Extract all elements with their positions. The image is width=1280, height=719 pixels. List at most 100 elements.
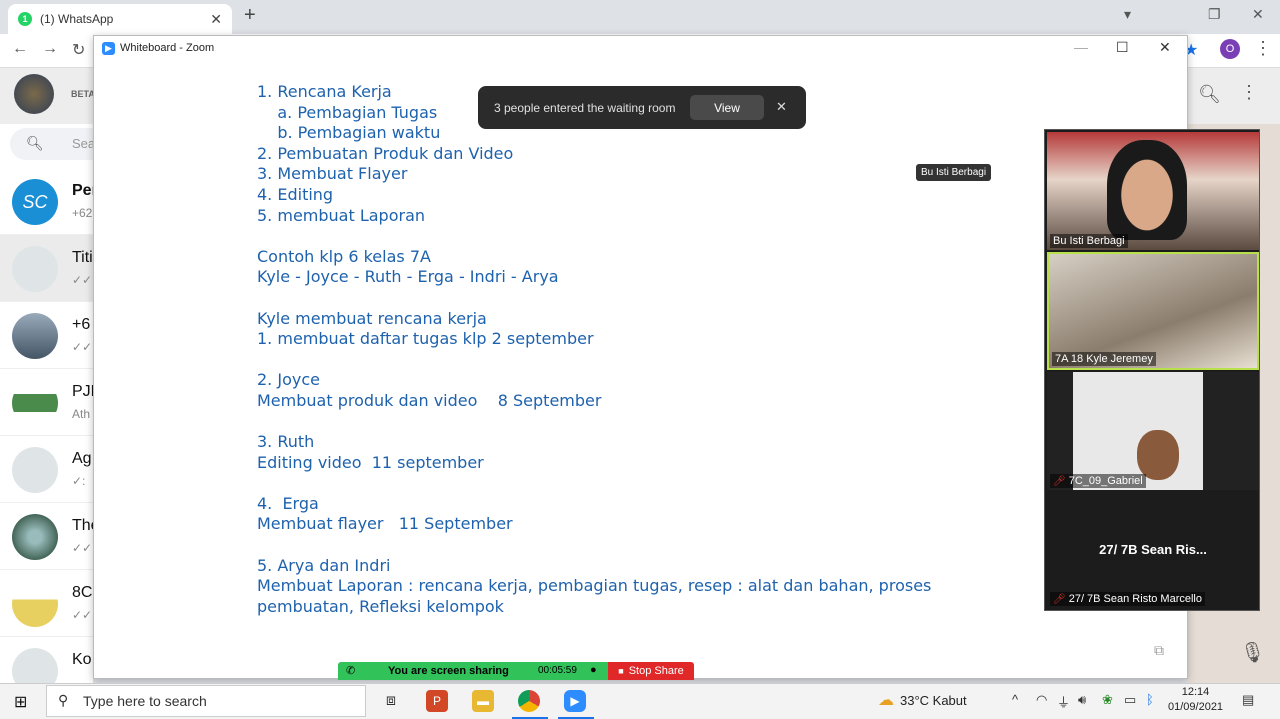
chat-item[interactable]: 8C ✓✓ [0,570,93,637]
participant-name-row: 🎤︎ 27/ 7B Sean Risto Marcello [1050,592,1205,606]
chat-preview: ✓✓ [72,541,93,555]
chat-preview: Ath [72,407,91,421]
app-tray-icon[interactable]: ❀ [1102,692,1113,708]
new-tab-icon[interactable]: + [244,4,256,27]
chat-preview: +62 [72,206,93,220]
share-corner-icon[interactable]: ⧉ [1154,642,1164,659]
profile-avatar[interactable]: O [1220,39,1240,59]
browser-menu-icon[interactable]: ⋮ [1254,38,1272,59]
browser-close-icon[interactable]: ✕ [1252,6,1264,23]
stop-share-button[interactable]: ■ Stop Share [608,662,694,680]
volume-icon[interactable]: 🔊︎ [1078,692,1086,708]
screen: 1 (1) WhatsApp ✕ + ▾ ❐ ✕ ← → ↻ ★ O ⋮ BET… [0,0,1280,719]
video-background [1073,372,1203,490]
chat-name: +6 [72,316,91,333]
participant-video-tile-off[interactable]: 27/ 7B Sean Ris... 🎤︎ 27/ 7B Sean Risto M… [1047,492,1259,608]
reload-icon[interactable]: ↻ [72,40,85,60]
conversation-menu-icon[interactable]: ⋮ [1240,82,1258,103]
microphone-icon[interactable]: 🎙︎ [1240,640,1265,665]
participant-video-tile[interactable]: Bu Isti Berbagi [1047,132,1259,250]
weather-icon: ☁ [878,692,894,709]
phone-icon: ✆ [346,665,356,677]
participant-face [1137,430,1179,480]
chat-item[interactable]: Ag ✓: [0,436,93,503]
chat-item[interactable]: +6 ✓✓ [0,302,93,369]
participant-video-tile-active[interactable]: 7A 18 Kyle Jeremey [1047,252,1259,370]
tab-close-icon[interactable]: ✕ [210,11,222,28]
file-explorer-icon[interactable]: ▬ [472,690,494,712]
window-title: Whiteboard - Zoom [120,42,215,54]
participant-name: Bu Isti Berbagi [1050,234,1128,248]
forward-icon[interactable]: → [42,40,58,58]
chat-avatar [12,581,58,627]
chat-preview: ✓: [72,474,86,488]
chat-name: Ag [72,450,92,467]
video-panel: Bu Isti Berbagi 7A 18 Kyle Jeremey 🎤︎ 7C_… [1044,129,1260,611]
wifi-icon[interactable]: ◠ [1036,692,1047,708]
weather-text[interactable]: 33°C Kabut [900,693,967,708]
tab-title: (1) WhatsApp [40,12,114,26]
chat-avatar [12,313,58,359]
screen-sharing-bar: ✆ You are screen sharing 00:05:59 ● [338,662,608,680]
chat-item[interactable]: Ko [0,637,93,694]
view-button[interactable]: View [690,95,764,120]
chat-avatar [12,514,58,560]
my-avatar[interactable] [14,74,54,114]
browser-restore-icon[interactable]: ❐ [1208,6,1221,23]
zoom-logo-icon: ▶ [102,42,115,55]
windows-start-icon[interactable]: ⊞ [14,692,27,712]
zoom-whiteboard-window: ▶ Whiteboard - Zoom — ☐ ✕ 1. Rencana Ker… [93,35,1260,680]
shield-icon: ● [590,664,597,676]
notifications-icon[interactable]: ▤ [1242,692,1254,708]
taskbar-search-input[interactable]: Type here to search [46,685,366,717]
powerpoint-icon[interactable]: P [426,690,448,712]
taskbar-search-placeholder: Type here to search [83,693,207,709]
tab-search-icon[interactable]: ▾ [1124,6,1131,23]
participant-name-row: 🎤︎ 7C_09_Gabriel [1050,474,1146,488]
whatsapp-favicon-icon: 1 [18,12,32,26]
chat-item[interactable]: The ✓✓ [0,503,100,570]
group-avatar-icon [12,447,58,493]
clock-time: 12:14 [1181,686,1210,698]
chat-item[interactable]: Titi ✓✓ [0,235,93,302]
chat-item[interactable]: SC Per +62 [0,168,98,235]
participant-name: 7C_09_Gabriel [1068,475,1143,487]
battery-plug-icon[interactable]: ⏚ [1057,692,1070,711]
chat-avatar [12,380,58,426]
whiteboard-text: 1. Rencana Kerja a. Pembagian Tugas b. P… [257,82,932,616]
search-icon: ⚲ [58,692,69,708]
participant-video-tile[interactable]: 🎤︎ 7C_09_Gabriel [1047,372,1259,490]
muted-mic-icon: 🎤︎ [1053,594,1066,605]
battery-icon[interactable]: ▭ [1124,692,1136,708]
chat-preview: ✓✓ [72,608,93,622]
notification-close-icon[interactable]: ✕ [776,99,787,115]
close-icon[interactable]: ✕ [1159,39,1171,56]
notification-message: 3 people entered the waiting room [494,101,676,115]
participant-face [1107,140,1187,240]
browser-tab-whatsapp[interactable]: 1 (1) WhatsApp ✕ [8,4,232,34]
stop-share-label: Stop Share [628,665,684,677]
beta-label: BETA [71,89,95,99]
maximize-icon[interactable]: ☐ [1116,39,1129,56]
participant-display-name: 27/ 7B Sean Ris... [1099,542,1207,557]
minimize-icon[interactable]: — [1074,39,1088,55]
zoom-app-icon[interactable]: ▶ [564,690,586,712]
system-clock[interactable]: 12:14 01/09/2021 [1168,685,1223,715]
muted-mic-icon: 🎤︎ [1053,476,1066,487]
conversation-search-icon[interactable]: 🔍︎ [1198,84,1221,105]
participant-name: 27/ 7B Sean Risto Marcello [1068,593,1202,605]
chrome-icon[interactable] [518,690,540,712]
bluetooth-icon[interactable]: ᛒ [1146,692,1154,707]
chat-item[interactable]: PJE Ath [0,369,101,436]
stop-icon: ■ [618,666,624,676]
task-view-icon[interactable]: ⧈ [380,690,402,712]
tray-expand-icon[interactable]: ^ [1012,692,1018,707]
chat-name: Ko [72,651,92,668]
search-icon: 🔍︎ [26,135,44,151]
sharing-timer: 00:05:59 [538,665,577,676]
back-icon[interactable]: ← [12,40,28,58]
search-placeholder: Sea [72,136,96,151]
chat-avatar: SC [12,179,58,225]
chat-preview: ✓✓ [72,340,93,354]
clock-date: 01/09/2021 [1168,701,1224,713]
